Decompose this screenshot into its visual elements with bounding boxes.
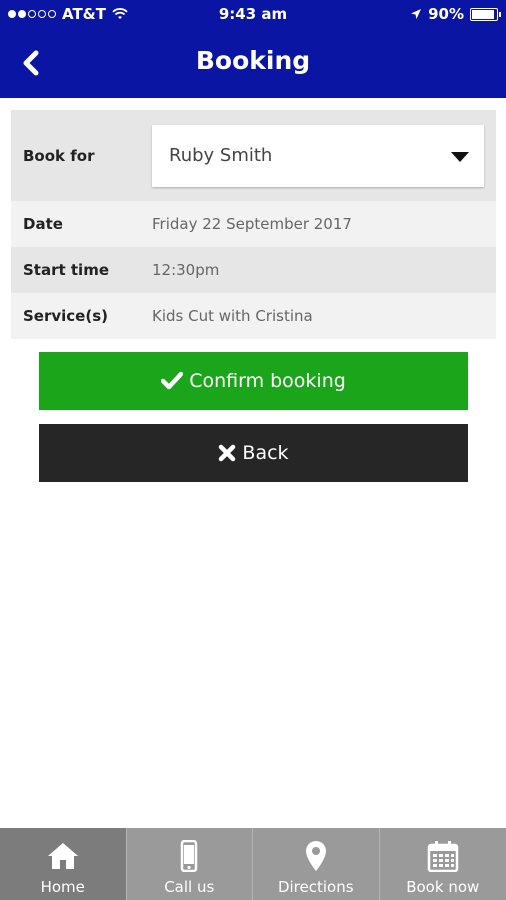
- start-time-label: Start time: [23, 261, 110, 279]
- location-arrow-icon: [411, 9, 422, 19]
- battery-icon: [470, 7, 501, 21]
- check-icon: [161, 371, 184, 390]
- date-row: Date Friday 22 September 2017: [11, 201, 496, 247]
- phone-icon: [181, 840, 198, 872]
- book-for-select[interactable]: Ruby Smith: [152, 124, 484, 187]
- services-row: Service(s) Kids Cut with Cristina: [11, 293, 496, 339]
- tab-directions-label: Directions: [277, 878, 354, 896]
- confirm-booking-button[interactable]: Confirm booking: [39, 352, 468, 410]
- close-icon: [219, 444, 236, 462]
- map-pin-icon: [305, 841, 326, 871]
- calendar-icon: [427, 841, 458, 872]
- book-for-row: Book for Ruby Smith: [11, 110, 496, 201]
- status-bar: AT&T 9:43 am 90%: [0, 0, 506, 28]
- date-value: Friday 22 September 2017: [152, 215, 352, 233]
- tab-book-now[interactable]: Book now: [379, 828, 506, 900]
- start-time-row: Start time 12:30pm: [11, 247, 496, 293]
- battery-percent: 90%: [428, 5, 464, 23]
- booking-details: Book for Ruby Smith Date Friday 22 Septe…: [11, 110, 496, 339]
- status-right: 90%: [410, 5, 501, 23]
- tab-call-us[interactable]: Call us: [126, 828, 253, 900]
- date-label: Date: [23, 215, 63, 233]
- tab-book-now-label: Book now: [406, 878, 480, 896]
- tab-call-us-label: Call us: [164, 878, 215, 896]
- start-time-value: 12:30pm: [152, 261, 220, 279]
- tab-home-label: Home: [40, 878, 85, 896]
- services-value: Kids Cut with Cristina: [152, 307, 313, 325]
- caret-down-icon: [451, 151, 469, 162]
- nav-bar: Booking: [0, 28, 506, 98]
- tab-bar: Home Call us Directions Book now: [0, 828, 506, 900]
- book-for-label: Book for: [23, 146, 95, 165]
- page-title: Booking: [195, 46, 311, 75]
- back-label: Back: [242, 442, 289, 464]
- confirm-booking-label: Confirm booking: [189, 370, 346, 392]
- services-label: Service(s): [23, 307, 108, 325]
- tab-home[interactable]: Home: [0, 828, 127, 900]
- book-for-value: Ruby Smith: [169, 145, 273, 166]
- tab-directions[interactable]: Directions: [253, 828, 380, 900]
- back-button[interactable]: Back: [39, 424, 468, 482]
- home-icon: [47, 843, 78, 869]
